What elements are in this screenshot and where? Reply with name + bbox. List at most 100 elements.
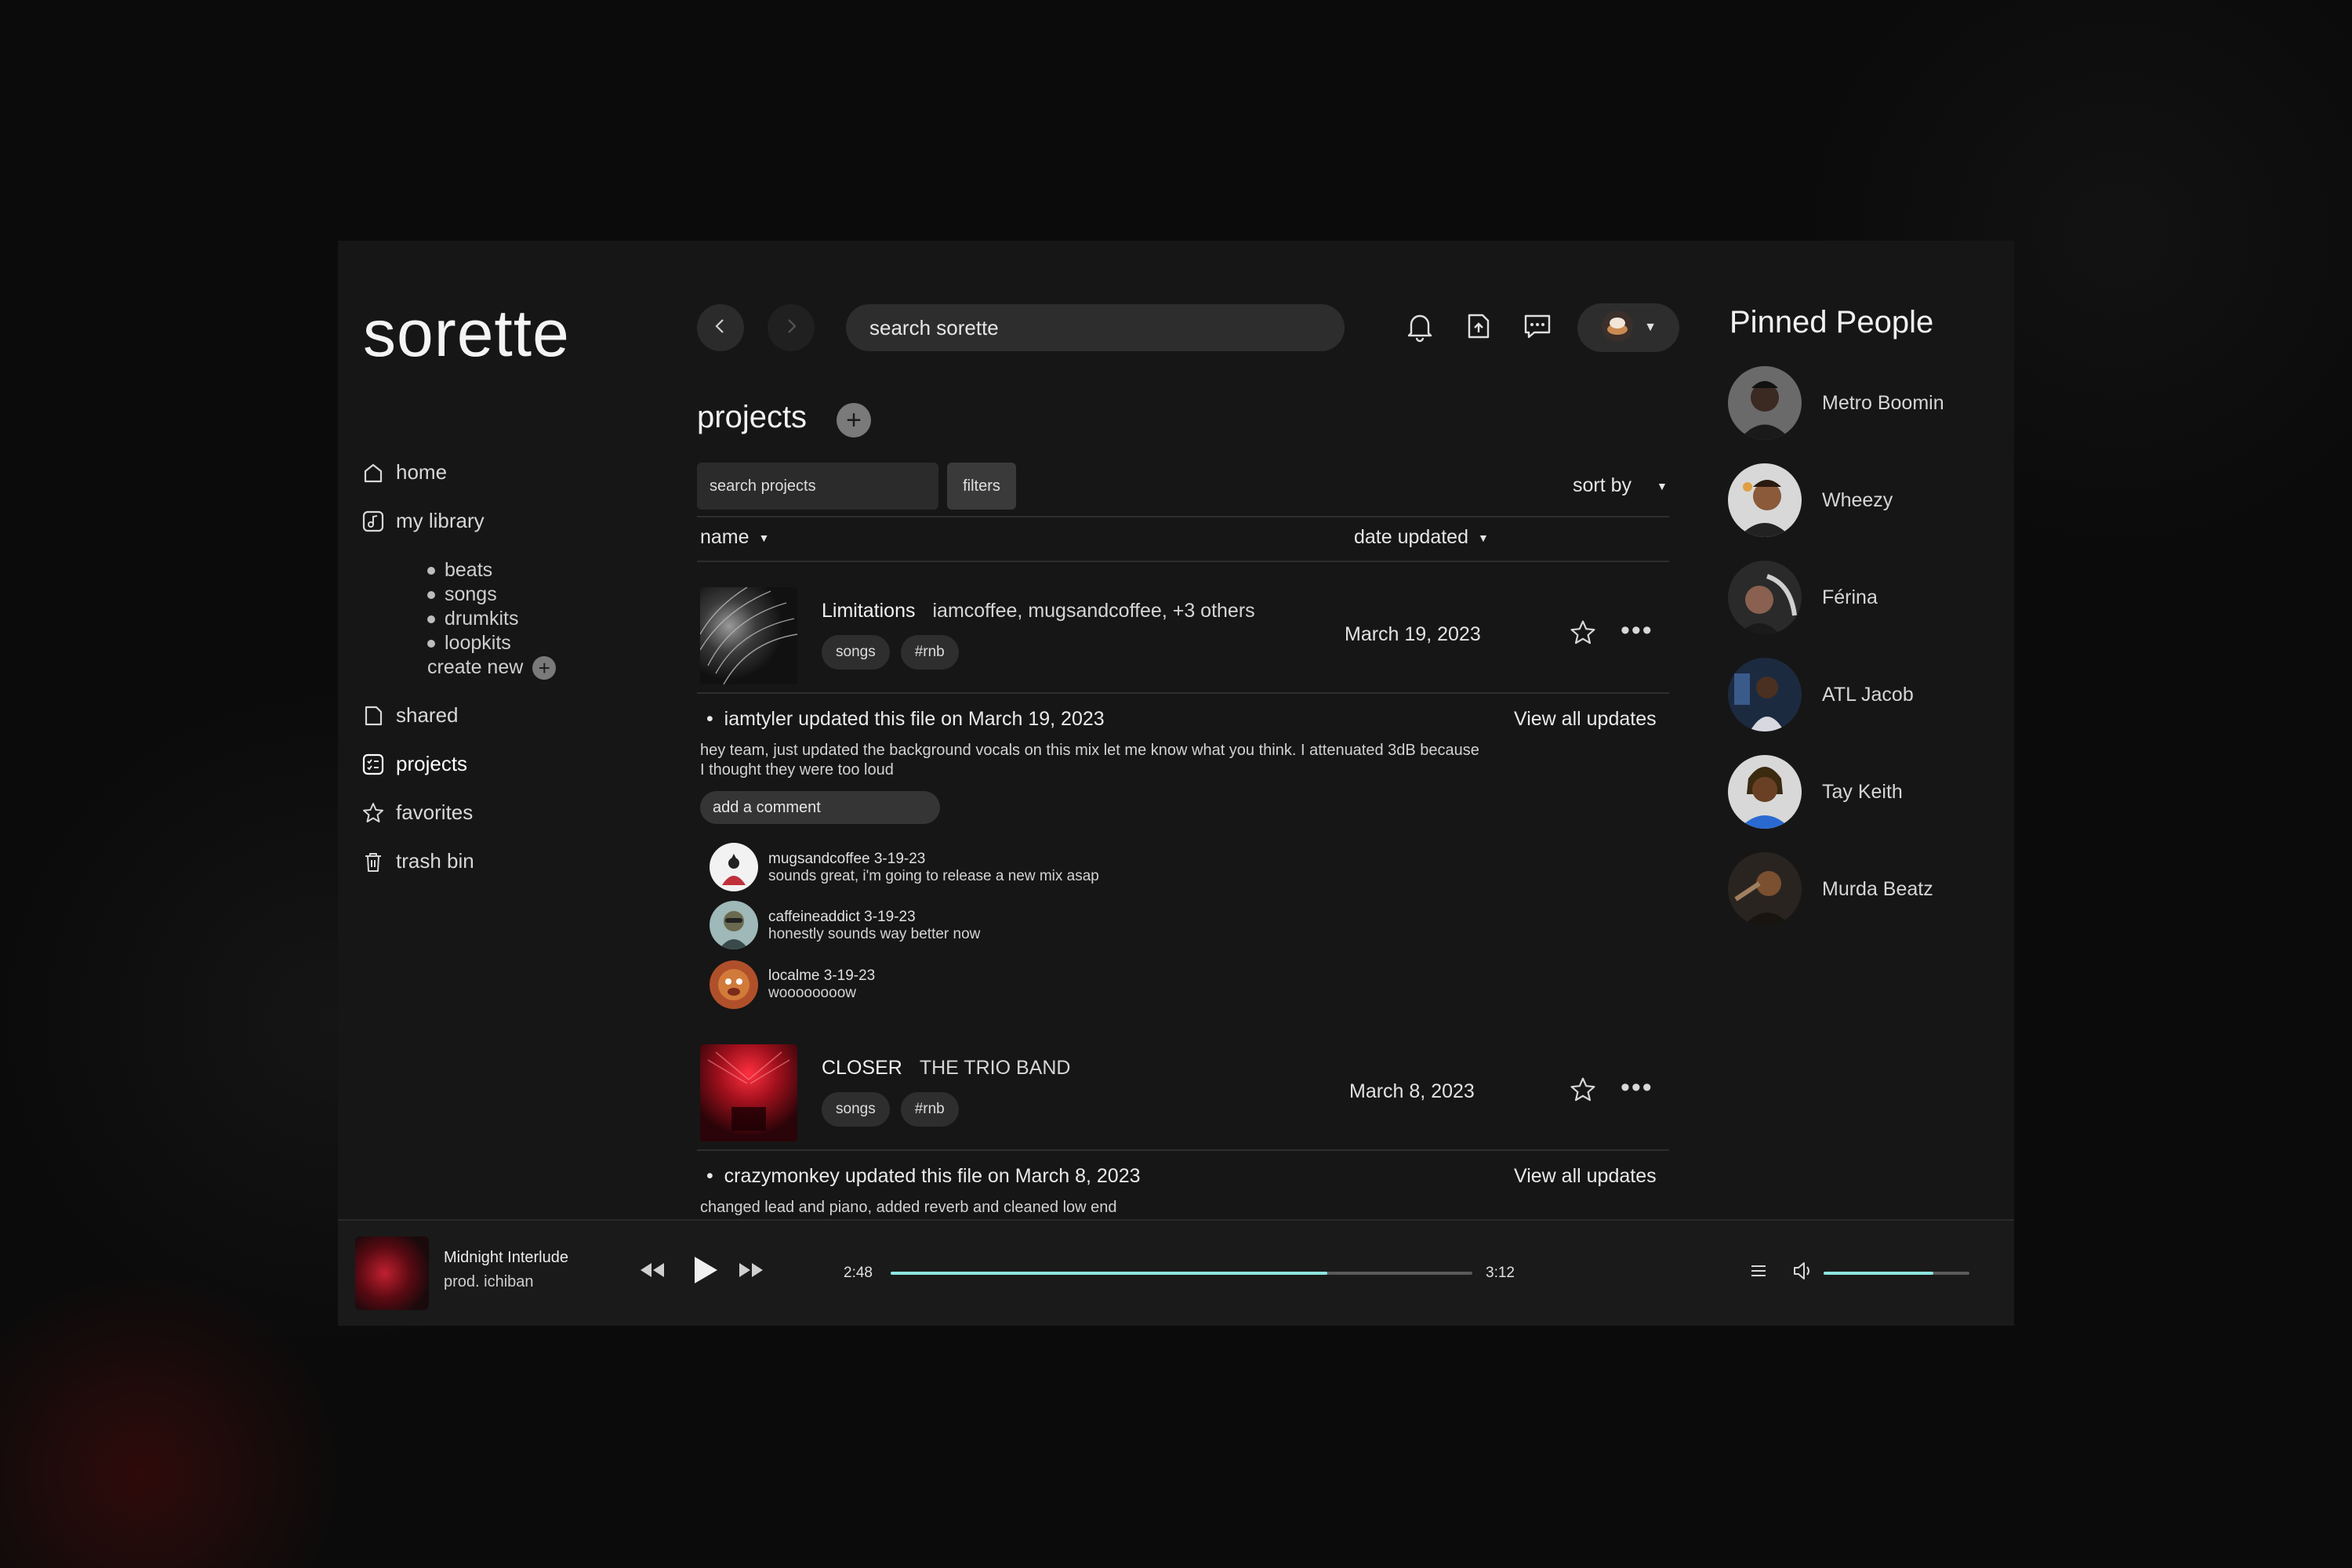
pinned-person[interactable]: Férina [1728,561,1878,634]
add-comment-input[interactable]: add a comment [700,791,940,824]
avatar [1728,561,1802,634]
favorite-button[interactable] [1569,619,1597,651]
sidebar-item-home[interactable]: home [361,460,447,485]
person-name: Tay Keith [1822,780,1903,803]
update-text: iamtyler updated this file on March 19, … [724,708,1105,730]
project-title[interactable]: CLOSER [822,1057,902,1080]
pinned-person[interactable]: Murda Beatz [1728,852,1933,926]
notifications-button[interactable] [1400,308,1439,347]
sublist-item-beats[interactable]: beats [427,558,556,583]
pinned-person[interactable]: ATL Jacob [1728,658,1914,731]
progress-fill [891,1272,1327,1275]
project-tags: songs #rnb [822,1092,970,1127]
app-window: sorette home my library beats songs drum… [338,241,2014,1326]
queue-button[interactable] [1749,1261,1768,1284]
sidebar-item-trash-bin[interactable]: trash bin [361,849,474,873]
column-label: date updated [1354,526,1468,548]
volume-button[interactable] [1792,1260,1816,1286]
avatar [1728,658,1802,731]
chat-icon [1521,310,1554,347]
avatar[interactable] [710,901,758,949]
filters-button[interactable]: filters [947,463,1016,510]
global-search-input[interactable]: search sorette [846,304,1345,351]
more-options-icon[interactable]: ••• [1621,615,1653,646]
person-name: Metro Boomin [1822,391,1944,414]
project-title[interactable]: Limitations [822,600,916,622]
track-artwork[interactable] [355,1236,429,1310]
view-all-updates-link[interactable]: View all updates [1514,1165,1657,1188]
tag-chip[interactable]: #rnb [900,635,959,670]
sidebar-item-label: shared [396,703,459,727]
person-name: Férina [1822,586,1878,608]
bullet [427,615,435,623]
page-title: projects [697,400,808,434]
sublist-item-songs[interactable]: songs [427,583,556,607]
avatar[interactable] [710,843,758,891]
star-icon [1569,1077,1597,1107]
avatar[interactable] [710,960,758,1009]
elapsed-time: 2:48 [844,1265,873,1281]
favorite-button[interactable] [1569,1076,1597,1108]
project-thumbnail[interactable] [700,1044,797,1142]
plus-icon: + [532,655,557,680]
sublist-label: drumkits [445,608,519,630]
tag-chip[interactable]: #rnb [900,1092,959,1127]
play-button[interactable] [692,1255,719,1289]
volume-slider[interactable] [1824,1272,1969,1275]
chevron-down-icon: ▼ [1644,321,1657,334]
upload-button[interactable] [1459,308,1498,347]
track-title[interactable]: Midnight Interlude [444,1249,568,1267]
sublist-item-loopkits[interactable]: loopkits [427,631,556,655]
app-logo: sorette [363,296,570,370]
avatar [1728,755,1802,829]
bullet [427,566,435,575]
back-button[interactable] [697,304,744,351]
create-new-button[interactable]: create new + [427,655,557,680]
search-projects-input[interactable]: search projects [697,463,938,510]
tag-chip[interactable]: songs [822,635,890,670]
view-all-updates-link[interactable]: View all updates [1514,708,1657,731]
play-icon [692,1257,719,1288]
comment-author-date: caffeineaddict 3-19-23 [768,909,916,925]
project-collaborators[interactable]: iamcoffee, mugsandcoffee, +3 others [933,600,1255,622]
divider [697,1149,1669,1151]
sort-by-dropdown[interactable]: sort by ▼ [1573,474,1668,497]
rewind-icon [639,1263,666,1282]
profile-menu[interactable]: ▼ [1577,303,1679,352]
project-thumbnail[interactable] [700,587,797,684]
sidebar-item-my-library[interactable]: my library [361,509,485,533]
messages-button[interactable] [1518,308,1557,347]
profile-avatar [1600,309,1635,347]
fast-forward-button[interactable] [738,1261,764,1283]
project-heading: CLOSER THE TRIO BAND [822,1057,1070,1080]
chevron-down-icon: ▼ [758,531,770,544]
name-column-header[interactable]: name ▼ [700,526,769,549]
rewind-button[interactable] [639,1261,666,1283]
more-options-icon[interactable]: ••• [1621,1073,1653,1103]
sublist-item-drumkits[interactable]: drumkits [427,607,556,631]
date-column-header[interactable]: date updated ▼ [1354,526,1489,549]
pinned-people-title: Pinned People [1730,305,1934,339]
comment: mugsandcoffee 3-19-23 sounds great, i'm … [768,851,1099,885]
project-collaborators[interactable]: THE TRIO BAND [920,1057,1071,1080]
avatar [1728,463,1802,537]
sidebar-item-label: my library [396,509,485,532]
sublist-label: beats [445,559,493,581]
progress-slider[interactable] [891,1272,1472,1275]
pinned-person[interactable]: Tay Keith [1728,755,1903,829]
sidebar-item-projects[interactable]: projects [361,752,467,776]
music-library-icon [361,510,385,533]
tag-chip[interactable]: songs [822,1092,890,1127]
star-icon [1569,620,1597,650]
project-tags: songs #rnb [822,635,970,670]
sidebar-item-favorites[interactable]: favorites [361,800,473,825]
add-project-button[interactable]: + [837,403,871,437]
sidebar-item-label: trash bin [396,849,474,873]
forward-button[interactable] [768,304,815,351]
fast-forward-icon [738,1263,764,1282]
pinned-person[interactable]: Metro Boomin [1728,366,1944,440]
person-name: ATL Jacob [1822,683,1914,706]
pinned-person[interactable]: Wheezy [1728,463,1893,537]
track-producer[interactable]: prod. ichiban [444,1273,534,1291]
sidebar-item-shared[interactable]: shared [361,703,459,728]
